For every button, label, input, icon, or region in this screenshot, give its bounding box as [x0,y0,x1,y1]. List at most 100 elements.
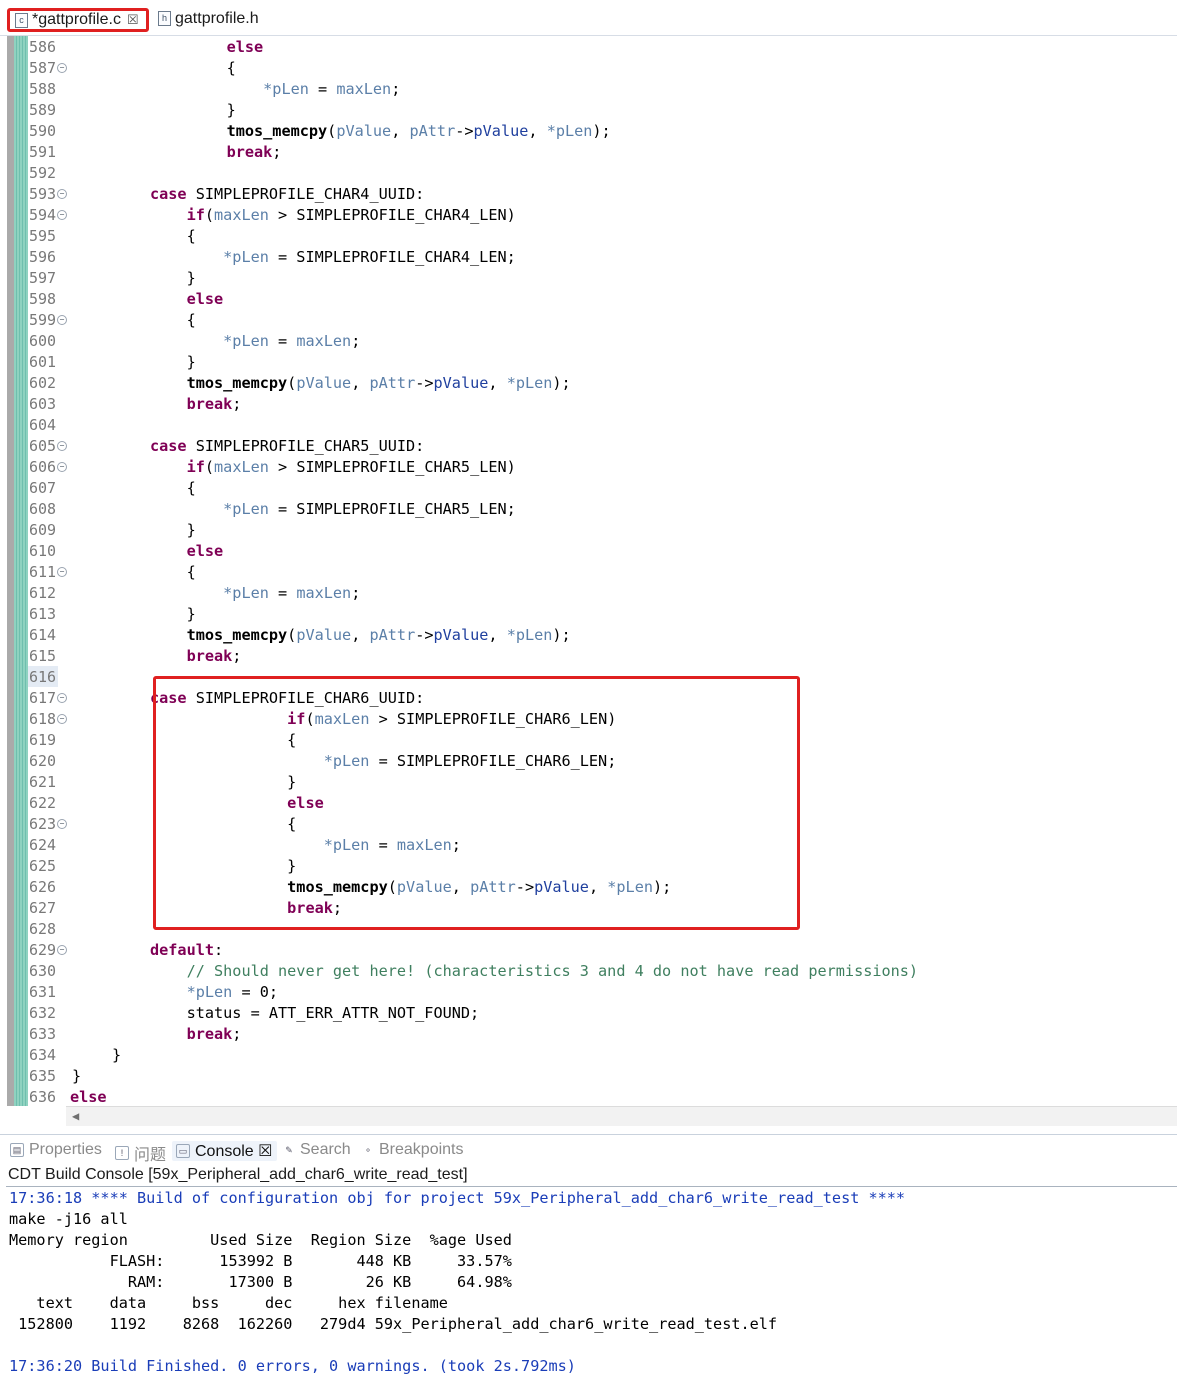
scroll-left-icon[interactable]: ◀ [72,1109,79,1123]
code-line[interactable]: 608 *pLen = SIMPLEPROFILE_CHAR5_LEN; [0,499,1177,520]
line-number: 622 [29,794,57,812]
tab-console[interactable]: ▭ Console ☒ [172,1141,277,1161]
console-line: text data bss dec hex filename [9,1294,448,1312]
code-token: *pLen [186,983,233,1001]
code-token: ); [552,374,571,392]
tab-problems[interactable]: ! 问题 [115,1141,166,1165]
code-line[interactable]: 632 status = ATT_ERR_ATTR_NOT_FOUND; [0,1003,1177,1024]
code-line[interactable]: 598 else [0,289,1177,310]
code-line[interactable]: 630 // Should never get here! (character… [0,961,1177,982]
fold-collapse-icon[interactable]: − [57,210,67,220]
code-line[interactable]: 604 [0,415,1177,436]
code-line[interactable]: 594− if(maxLen > SIMPLEPROFILE_CHAR4_LEN… [0,205,1177,226]
code-editor[interactable]: 586 else 587− {588 *pLen = maxLen; 589 } 59… [0,36,1177,1106]
line-number: 628 [29,920,57,938]
code-line[interactable]: 612 *pLen = maxLen; [0,583,1177,604]
code-token: tmos_memcpy [186,626,288,644]
code-line[interactable]: 609 } [0,520,1177,541]
fold-collapse-icon[interactable]: − [57,714,67,724]
code-token: , [488,374,507,392]
code-line[interactable]: 599− { [0,310,1177,331]
code-token: ( [287,374,297,392]
code-token: maxLen [296,332,352,350]
code-text: *pLen = maxLen; [190,79,400,100]
code-text: break; [150,1024,242,1045]
console-line: RAM: 17300 B 26 KB 64.98% [9,1273,512,1291]
keyword-token: else [186,290,224,308]
code-line[interactable]: 588 *pLen = maxLen; [0,79,1177,100]
code-line[interactable]: 633 break; [0,1024,1177,1045]
tab-label: Breakpoints [379,1141,464,1158]
code-line[interactable]: 597 } [0,268,1177,289]
code-line[interactable]: 615 break; [0,646,1177,667]
code-token: } [72,1067,82,1085]
line-number: 614 [29,626,57,644]
line-number: 620 [29,752,57,770]
fold-collapse-icon[interactable]: − [57,462,67,472]
keyword-token: if [186,206,205,224]
line-number: 612 [29,584,57,602]
tab-gattprofile-c[interactable]: c *gattprofile.c ☒ [7,8,149,32]
code-line[interactable]: 634} [0,1045,1177,1066]
code-line[interactable]: 607 { [0,478,1177,499]
keyword-token: case [150,437,187,455]
code-line[interactable]: 595 { [0,226,1177,247]
fold-collapse-icon[interactable]: − [57,819,67,829]
code-line[interactable]: 601 } [0,352,1177,373]
tab-properties[interactable]: ▤ Properties [10,1141,102,1159]
code-line[interactable]: 636 else [0,1087,1177,1108]
code-token: ); [552,626,571,644]
code-line[interactable]: 605− case SIMPLEPROFILE_CHAR5_UUID: [0,436,1177,457]
code-line[interactable]: 593− case SIMPLEPROFILE_CHAR4_UUID: [0,184,1177,205]
code-line[interactable]: 592 [0,163,1177,184]
code-line[interactable]: 611− { [0,562,1177,583]
code-line[interactable]: 602 tmos_memcpy(pValue, pAttr->pValue, *… [0,373,1177,394]
code-line[interactable]: 631 *pLen = 0; [0,982,1177,1003]
fold-collapse-icon[interactable]: − [57,693,67,703]
keyword-token: else [70,1088,107,1106]
code-line[interactable]: 629− default: [0,940,1177,961]
code-line[interactable]: 606− if(maxLen > SIMPLEPROFILE_CHAR5_LEN… [0,457,1177,478]
code-line[interactable]: 596 *pLen = SIMPLEPROFILE_CHAR4_LEN; [0,247,1177,268]
horizontal-scrollbar[interactable]: ◀ [66,1106,1177,1126]
code-token: ; [232,647,242,665]
code-line[interactable]: 613 } [0,604,1177,625]
line-number: 589 [29,101,57,119]
code-token: ( [204,206,215,224]
tab-gattprofile-h[interactable]: h gattprofile.h [158,6,278,31]
fold-collapse-icon[interactable]: − [57,945,67,955]
comment-token: // Should never get here! (characteristi… [186,962,919,980]
code-token: { [150,227,196,245]
code-text: { [150,562,196,583]
keyword-token: default [150,941,215,959]
code-token: { [190,59,236,77]
code-line[interactable]: 600 *pLen = maxLen; [0,331,1177,352]
code-line[interactable]: 587− { [0,58,1177,79]
fold-collapse-icon[interactable]: − [57,63,67,73]
code-line[interactable]: 589 } [0,100,1177,121]
code-line[interactable]: 586 else [0,37,1177,58]
fold-collapse-icon[interactable]: − [57,441,67,451]
tab-search[interactable]: ✎ Search [283,1141,350,1159]
fold-collapse-icon[interactable]: − [57,189,67,199]
code-line[interactable]: 590 tmos_memcpy(pValue, pAttr->pValue, *… [0,121,1177,142]
line-number: 636 [29,1088,57,1106]
code-token: = [268,332,297,350]
code-line[interactable]: 591 break; [0,142,1177,163]
code-text: else [190,37,264,58]
close-icon[interactable]: ☒ [127,12,139,28]
fold-collapse-icon[interactable]: − [57,567,67,577]
code-line[interactable]: 603 break; [0,394,1177,415]
code-line[interactable]: 635} [0,1066,1177,1087]
code-line[interactable]: 610 else [0,541,1177,562]
code-line[interactable]: 614 tmos_memcpy(pValue, pAttr->pValue, *… [0,625,1177,646]
code-token: pAttr [369,626,416,644]
views-tab-bar: ▤ Properties ! 问题 ▭ Console ☒ ✎ Search ⚬… [0,1134,1177,1165]
code-token: *pLen [223,584,269,602]
fold-collapse-icon[interactable]: − [57,315,67,325]
code-text: if(maxLen > SIMPLEPROFILE_CHAR5_LEN) [150,457,516,478]
tab-breakpoints[interactable]: ⚬ Breakpoints [362,1141,464,1159]
